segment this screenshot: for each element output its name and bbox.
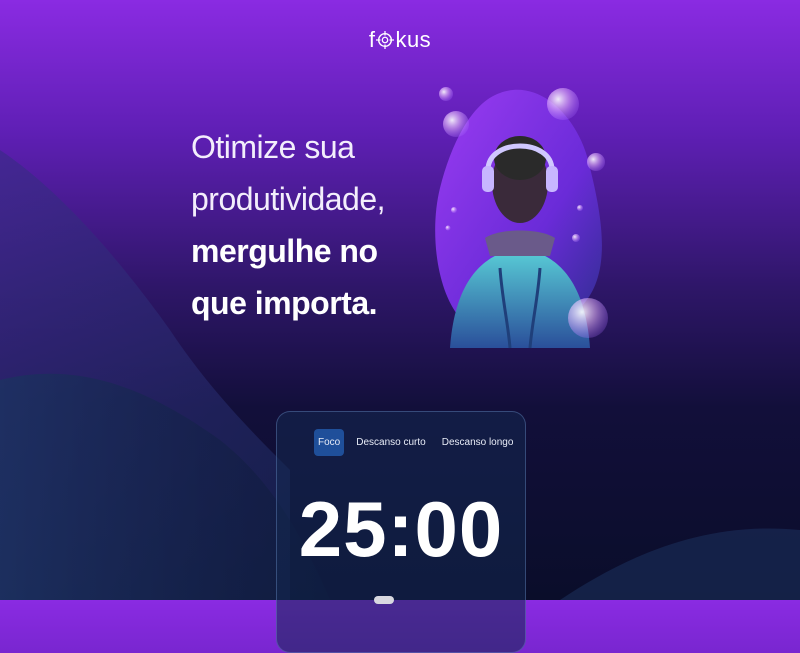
headline-line-1: Otimize sua (191, 129, 355, 165)
target-icon (376, 31, 395, 49)
music-toggle[interactable] (374, 596, 394, 604)
headline-line-4: que importa. (191, 285, 378, 321)
hero-headline: Otimize sua produtividade, mergulhe no q… (191, 121, 386, 329)
timer-display: 25:00 (298, 485, 504, 573)
logo-prefix: f (368, 27, 376, 52)
tab-descanso-curto[interactable]: Descanso curto (352, 429, 429, 456)
tab-descanso-longo[interactable]: Descanso longo (438, 429, 518, 456)
timer-tabs: Foco Descanso curto Descanso longo (314, 429, 517, 456)
logo-suffix: kus (395, 27, 432, 52)
hero-illustration (435, 87, 608, 349)
timer-card: Foco Descanso curto Descanso longo 25:00 (276, 411, 526, 653)
app-logo[interactable]: f kus (0, 27, 800, 53)
headline-line-3: mergulhe no (191, 233, 378, 269)
tab-foco[interactable]: Foco (314, 429, 345, 456)
headline-line-2: produtividade, (191, 181, 386, 217)
